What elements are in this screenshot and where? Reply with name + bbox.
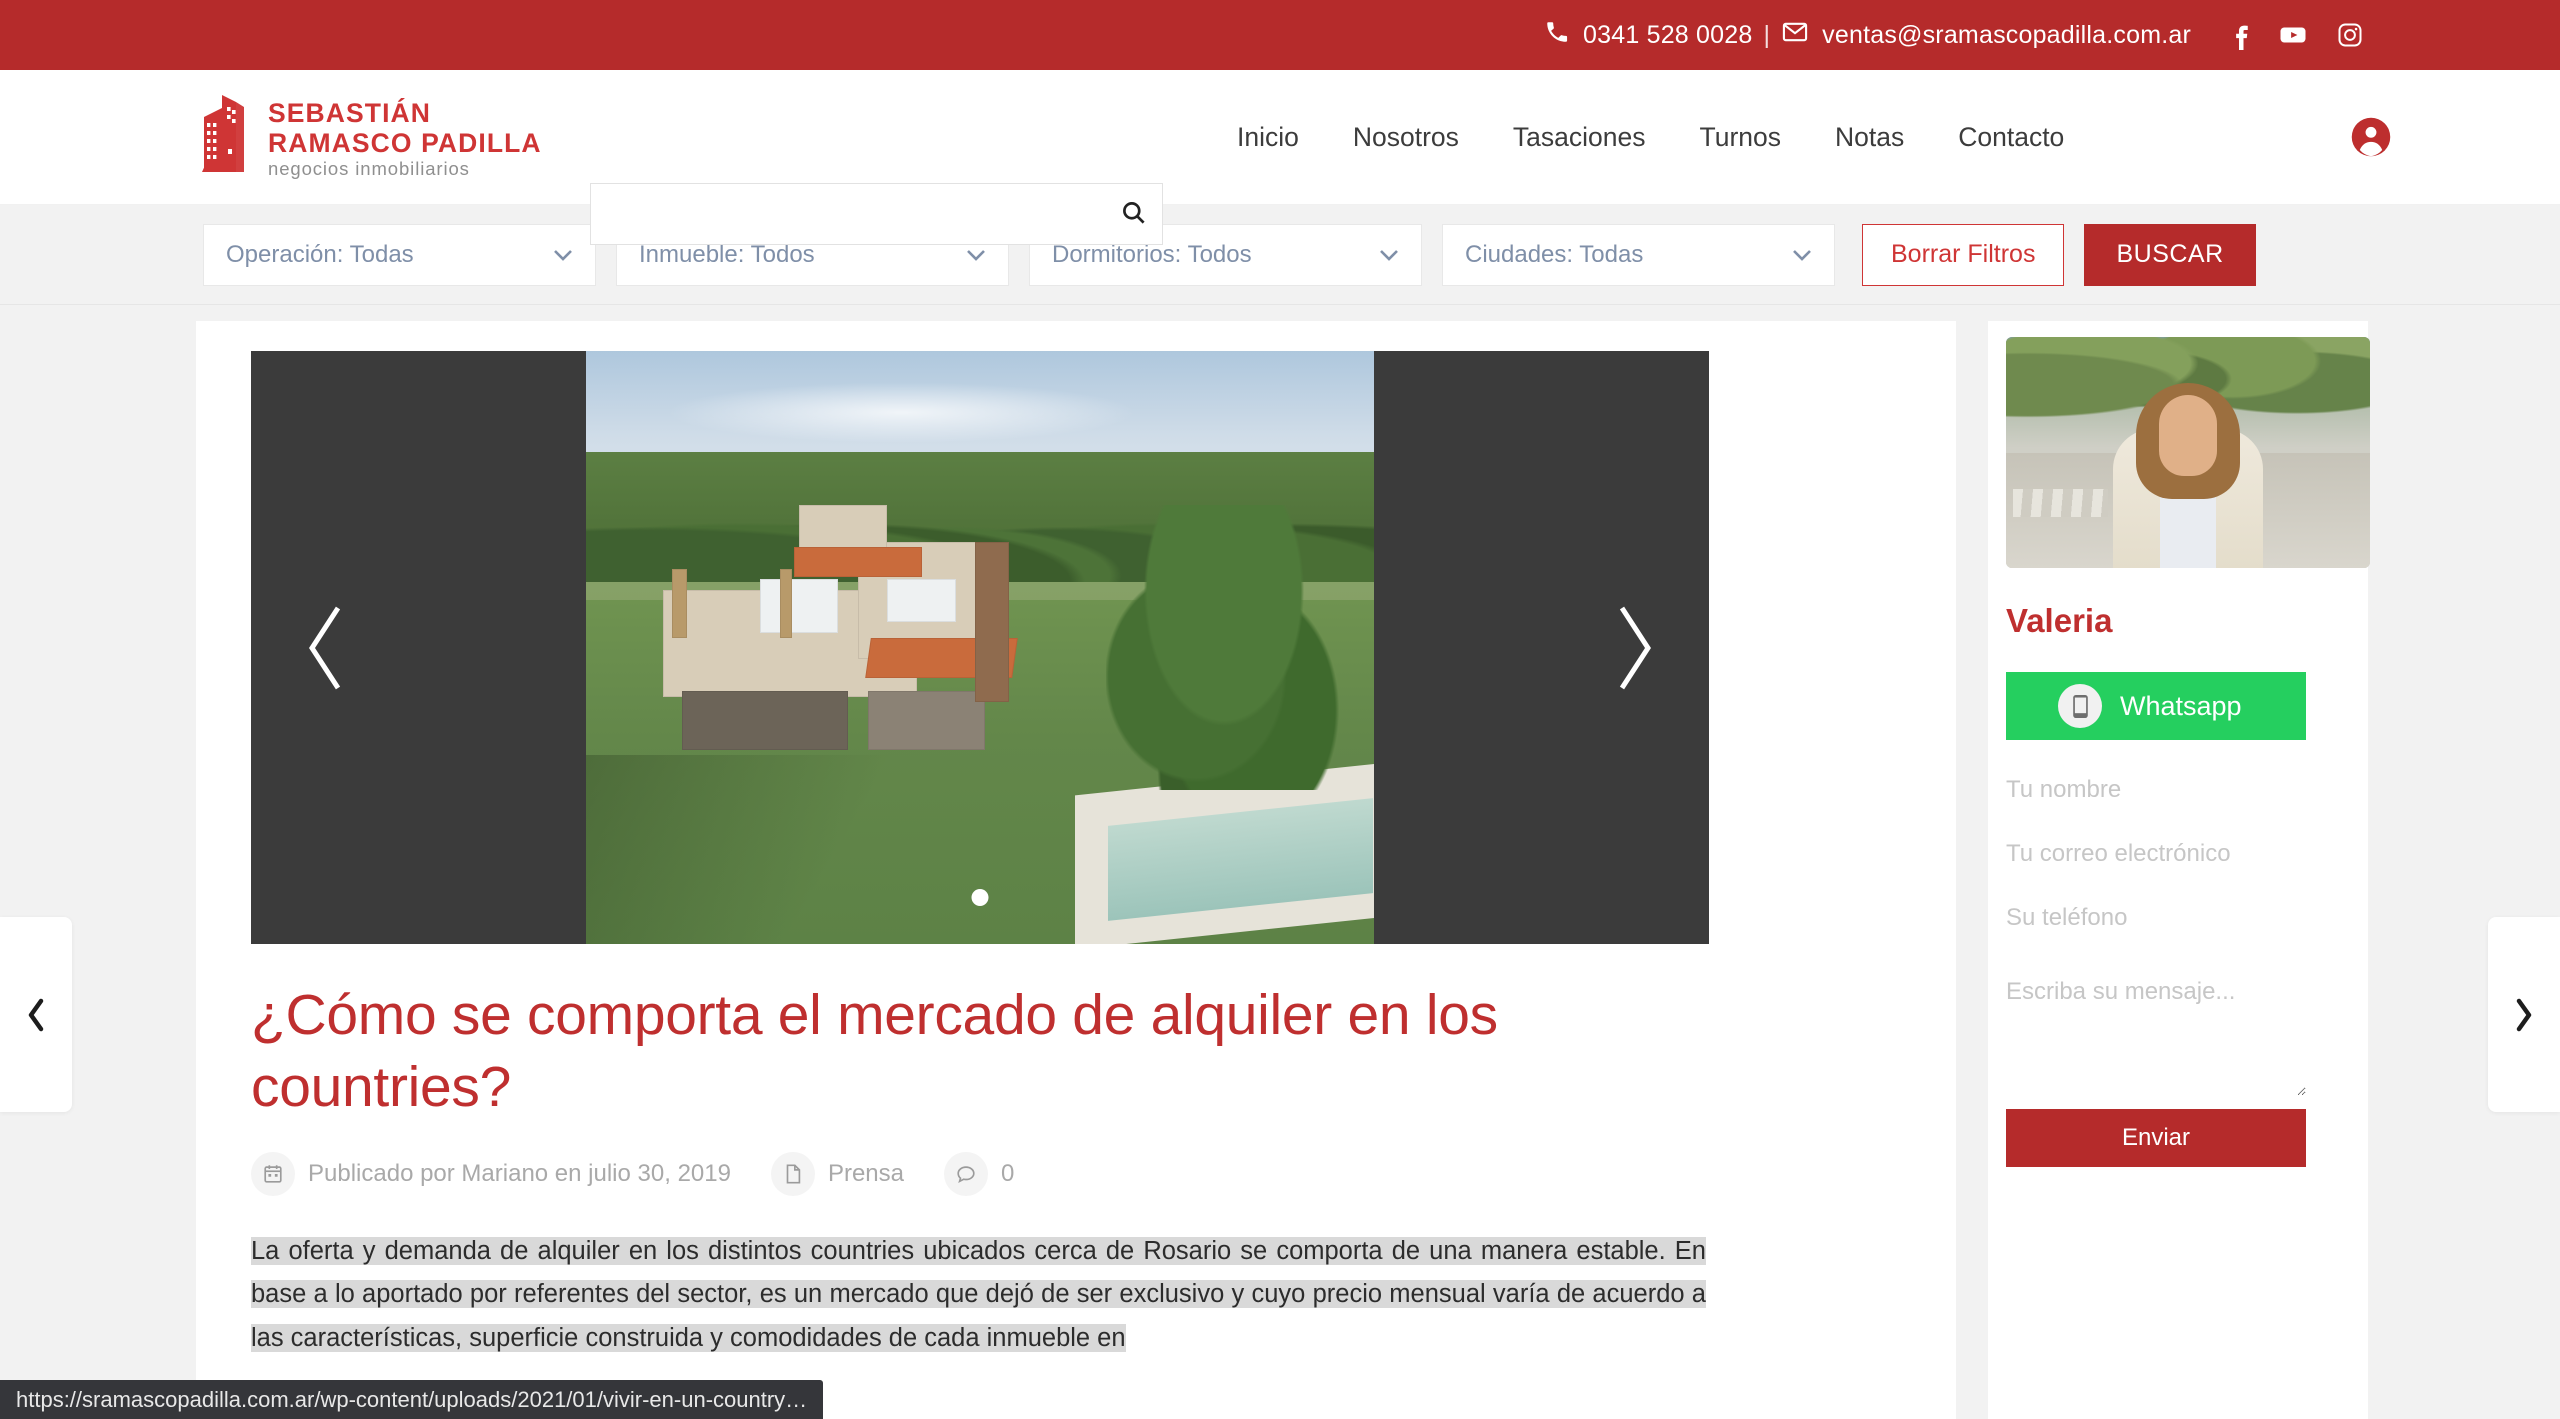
user-circle-icon[interactable] xyxy=(2350,116,2392,158)
nav-item-inicio[interactable]: Inicio xyxy=(1210,122,1326,153)
contact-phone-field-wrap xyxy=(2006,904,2306,932)
nav-item-turnos[interactable]: Turnos xyxy=(1673,122,1809,153)
calendar-icon xyxy=(251,1151,295,1196)
chevron-down-icon xyxy=(1379,245,1399,265)
building-icon xyxy=(196,93,253,181)
agent-name: Valeria xyxy=(2006,602,2113,639)
meta-date-text: Publicado por Mariano en julio 30, 2019 xyxy=(308,1159,731,1187)
meta-comments-count: 0 xyxy=(1001,1159,1015,1187)
header-search-box[interactable] xyxy=(590,183,1163,245)
topbar-email-text: ventas@sramascopadilla.com.ar xyxy=(1822,20,2191,49)
carousel-dot-1[interactable] xyxy=(971,889,989,906)
search-input[interactable] xyxy=(591,184,1104,244)
envelope-icon xyxy=(1781,18,1809,53)
nav-item-nosotros[interactable]: Nosotros xyxy=(1326,122,1486,153)
search-properties-button[interactable]: BUSCAR xyxy=(2084,223,2256,286)
contact-name-input[interactable] xyxy=(2006,776,2306,804)
contact-name-field-wrap xyxy=(2006,776,2306,804)
page-body: ¿Cómo se comporta el mercado de alquiler… xyxy=(0,305,2560,1419)
meta-date: Publicado por Mariano en julio 30, 2019 xyxy=(251,1151,731,1196)
search-icon xyxy=(1120,199,1147,229)
meta-category-text: Prensa xyxy=(827,1159,904,1187)
chevron-right-icon xyxy=(1608,600,1660,696)
search-submit-button[interactable] xyxy=(1104,184,1162,244)
meta-comments[interactable]: 0 xyxy=(944,1151,1015,1196)
site-header: SEBASTIÁN RAMASCO PADILLA negocios inmob… xyxy=(0,70,2560,245)
filter-select-operacion[interactable]: Operación: Todas xyxy=(203,223,596,286)
site-logo[interactable]: SEBASTIÁN RAMASCO PADILLA negocios inmob… xyxy=(196,93,542,181)
carousel-slide-image[interactable] xyxy=(586,351,1374,944)
clear-filters-button[interactable]: Borrar Filtros xyxy=(1862,223,2065,286)
chevron-left-icon xyxy=(300,600,352,696)
contact-email-input[interactable] xyxy=(2006,840,2306,868)
article-body-text: La oferta y demanda de alquiler en los d… xyxy=(251,1236,1706,1353)
carousel-indicators xyxy=(971,889,989,906)
article-meta: Publicado por Mariano en julio 30, 2019 … xyxy=(251,1151,1901,1196)
filter-ciudades-label: Ciudades: Todas xyxy=(1465,240,1644,268)
next-post-button[interactable] xyxy=(2488,917,2560,1112)
facebook-icon[interactable] xyxy=(2233,20,2250,50)
logo-line-2: RAMASCO PADILLA xyxy=(268,128,542,159)
logo-tagline: negocios inmobiliarios xyxy=(268,158,470,180)
topbar-separator: | xyxy=(1763,20,1771,49)
whatsapp-button[interactable]: Whatsapp xyxy=(2006,672,2306,740)
agent-photo-face xyxy=(2159,394,2217,476)
article-body: La oferta y demanda de alquiler en los d… xyxy=(251,1230,1706,1362)
whatsapp-label: Whatsapp xyxy=(2120,690,2242,721)
meta-category[interactable]: Prensa xyxy=(770,1151,904,1196)
browser-status-url: https://sramascopadilla.com.ar/wp-conten… xyxy=(0,1380,824,1419)
youtube-icon[interactable] xyxy=(2278,20,2308,50)
article-container: ¿Cómo se comporta el mercado de alquiler… xyxy=(196,321,1956,1419)
sidebar: Valeria Whatsapp Enviar xyxy=(1988,321,2370,1419)
instagram-icon[interactable] xyxy=(2336,21,2364,49)
nav-item-notas[interactable]: Notas xyxy=(1808,122,1931,153)
prev-post-button[interactable] xyxy=(0,917,72,1112)
contact-phone-input[interactable] xyxy=(2006,904,2306,932)
main-navigation: Inicio Nosotros Tasaciones Turnos Notas … xyxy=(1210,70,2091,205)
comment-icon xyxy=(944,1151,988,1196)
filter-operacion-label: Operación: Todas xyxy=(226,240,414,268)
topbar-email-link[interactable]: ventas@sramascopadilla.com.ar xyxy=(1781,18,2191,53)
photo-house xyxy=(633,499,1122,766)
contact-message-field-wrap xyxy=(2006,976,2306,1101)
chevron-left-icon xyxy=(25,997,47,1033)
agent-photo xyxy=(2006,337,2370,568)
image-carousel[interactable] xyxy=(251,351,1709,944)
photo-tree xyxy=(1106,505,1343,790)
top-contact-bar: 0341 528 0028 | ventas@sramascopadilla.c… xyxy=(0,0,2560,70)
agent-photo-crosswalk xyxy=(2013,489,2108,518)
page-title: ¿Cómo se comporta el mercado de alquiler… xyxy=(251,983,1498,1119)
logo-line-1: SEBASTIÁN xyxy=(268,98,432,129)
contact-send-button[interactable]: Enviar xyxy=(2006,1109,2306,1167)
chevron-down-icon xyxy=(553,245,573,265)
filter-select-ciudades[interactable]: Ciudades: Todas xyxy=(1442,223,1835,286)
file-icon xyxy=(770,1151,815,1196)
property-filter-bar: Operación: Todas Inmueble: Todos Dormito… xyxy=(0,205,2560,305)
contact-message-textarea[interactable] xyxy=(2006,976,2306,1096)
phone-icon xyxy=(1544,19,1570,52)
nav-item-contacto[interactable]: Contacto xyxy=(1931,122,2091,153)
nav-item-tasaciones[interactable]: Tasaciones xyxy=(1486,122,1673,153)
topbar-phone-text: 0341 528 0028 xyxy=(1583,20,1753,49)
mobile-phone-icon xyxy=(2058,684,2102,728)
topbar-phone-link[interactable]: 0341 528 0028 xyxy=(1544,19,1752,52)
chevron-down-icon xyxy=(966,245,986,265)
chevron-down-icon xyxy=(1792,245,1812,265)
contact-email-field-wrap xyxy=(2006,840,2306,868)
carousel-next-button[interactable] xyxy=(1589,588,1679,708)
carousel-prev-button[interactable] xyxy=(281,588,371,708)
chevron-right-icon xyxy=(2513,997,2535,1033)
